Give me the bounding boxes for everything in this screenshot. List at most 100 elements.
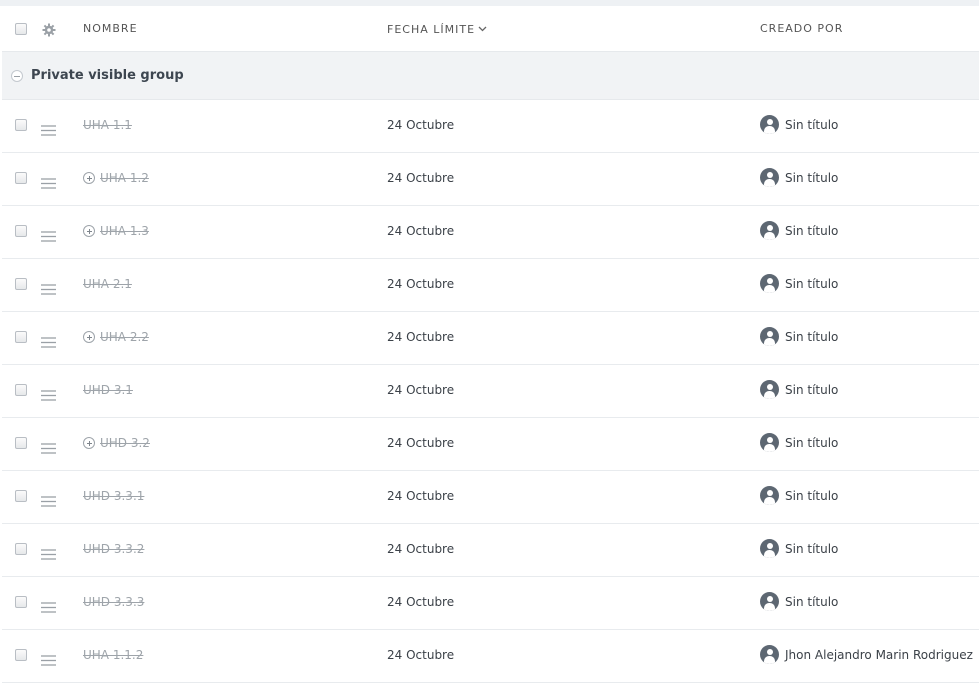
table-row[interactable]: UHD 3.1 24 Octubre Sin título [2,365,979,418]
row-checkbox[interactable] [15,119,27,131]
due-date[interactable]: 24 Octubre [387,330,454,344]
drag-handle-icon[interactable] [41,439,56,458]
table-row[interactable]: UHD 3.2 24 Octubre Sin título [2,418,979,471]
creator-name: Sin título [785,276,839,291]
due-date[interactable]: 24 Octubre [387,277,454,291]
row-checkbox[interactable] [15,172,27,184]
task-name[interactable]: UHD 3.3.3 [83,595,144,609]
user-avatar-icon [760,327,779,346]
task-name[interactable]: UHA 1.1 [83,118,132,132]
creator-name: Sin título [785,382,839,397]
table-header: NOMBRE FECHA LÍMITE CREADO POR [2,6,979,52]
creator-name: Jhon Alejandro Marin Rodriguez [785,647,973,662]
task-name[interactable]: UHD 3.1 [83,383,133,397]
task-name-label: UHA 1.2 [100,171,149,185]
task-name[interactable]: UHD 3.3.2 [83,542,144,556]
row-checkbox[interactable] [15,278,27,290]
user-avatar-icon [760,274,779,293]
user-avatar-icon [760,168,779,187]
task-name[interactable]: UHD 3.2 [83,436,150,450]
table-row[interactable]: UHD 3.3.3 24 Octubre Sin título [2,577,979,630]
plus-circle-icon[interactable] [83,331,95,343]
drag-handle-icon[interactable] [41,174,56,193]
creator-name: Sin título [785,488,839,503]
creator: Sin título [760,327,838,346]
row-checkbox[interactable] [15,437,27,449]
creator-name: Sin título [785,594,839,609]
row-checkbox[interactable] [15,225,27,237]
creator: Sin título [760,539,838,558]
user-avatar-icon [760,380,779,399]
due-date[interactable]: 24 Octubre [387,489,454,503]
row-checkbox[interactable] [15,490,27,502]
creator: Sin título [760,115,838,134]
drag-handle-icon[interactable] [41,121,56,140]
table-row[interactable]: UHD 3.3.1 24 Octubre Sin título [2,471,979,524]
column-header-creator[interactable]: CREADO POR [760,22,843,35]
group-title: Private visible group [31,68,184,83]
plus-circle-icon[interactable] [83,172,95,184]
drag-handle-icon[interactable] [41,651,56,670]
row-checkbox[interactable] [15,543,27,555]
creator-name: Sin título [785,435,839,450]
due-date[interactable]: 24 Octubre [387,224,454,238]
plus-circle-icon[interactable] [83,437,95,449]
column-header-name[interactable]: NOMBRE [83,22,138,35]
due-date[interactable]: 24 Octubre [387,118,454,132]
task-name-label: UHD 3.3.2 [83,542,145,556]
due-date[interactable]: 24 Octubre [387,542,454,556]
task-name-label: UHA 1.1.2 [83,648,144,662]
task-name[interactable]: UHA 1.2 [83,171,149,185]
task-name-label: UHA 1.3 [100,224,149,238]
creator: Sin título [760,221,838,240]
drag-handle-icon[interactable] [41,280,56,299]
table-row[interactable]: UHA 2.1 24 Octubre Sin título [2,259,979,312]
chevron-down-icon[interactable] [478,22,487,35]
drag-handle-icon[interactable] [41,333,56,352]
table-row[interactable]: UHA 1.1.2 24 Octubre Jhon Alejandro Mari… [2,630,979,683]
row-checkbox[interactable] [15,649,27,661]
user-avatar-icon [760,433,779,452]
select-all-checkbox[interactable] [15,22,27,35]
due-date[interactable]: 24 Octubre [387,648,454,662]
gear-icon[interactable] [42,22,56,41]
row-checkbox[interactable] [15,331,27,343]
table-row[interactable]: UHA 1.3 24 Octubre Sin título [2,206,979,259]
due-date[interactable]: 24 Octubre [387,383,454,397]
user-avatar-icon [760,539,779,558]
drag-handle-icon[interactable] [41,492,56,511]
table-row[interactable]: UHA 2.2 24 Octubre Sin título [2,312,979,365]
task-name[interactable]: UHA 2.2 [83,330,149,344]
creator: Sin título [760,486,838,505]
due-date[interactable]: 24 Octubre [387,436,454,450]
task-name-label: UHA 1.1 [83,118,132,132]
table-row[interactable]: UHA 1.2 24 Octubre Sin título [2,153,979,206]
row-checkbox[interactable] [15,596,27,608]
task-name[interactable]: UHD 3.3.1 [83,489,144,503]
column-header-due-date[interactable]: FECHA LÍMITE [387,22,487,36]
task-name-label: UHD 3.1 [83,383,133,397]
table-row[interactable]: UHD 3.3.2 24 Octubre Sin título [2,524,979,577]
task-name[interactable]: UHA 2.1 [83,277,132,291]
column-header-due-date-label: FECHA LÍMITE [387,22,476,36]
creator-name: Sin título [785,329,839,344]
group-row[interactable]: Private visible group [2,52,979,100]
row-checkbox[interactable] [15,384,27,396]
user-avatar-icon [760,486,779,505]
due-date[interactable]: 24 Octubre [387,595,454,609]
drag-handle-icon[interactable] [41,227,56,246]
task-table: NOMBRE FECHA LÍMITE CREADO POR Private v… [2,6,979,683]
plus-circle-icon[interactable] [83,225,95,237]
drag-handle-icon[interactable] [41,386,56,405]
user-avatar-icon [760,115,779,134]
task-name[interactable]: UHA 1.3 [83,224,149,238]
creator-name: Sin título [785,117,839,132]
minus-circle-icon[interactable] [11,70,23,82]
task-name[interactable]: UHA 1.1.2 [83,648,143,662]
drag-handle-icon[interactable] [41,598,56,617]
drag-handle-icon[interactable] [41,545,56,564]
due-date[interactable]: 24 Octubre [387,171,454,185]
table-row[interactable]: UHA 1.1 24 Octubre Sin título [2,100,979,153]
creator: Sin título [760,168,838,187]
task-name-label: UHD 3.3.1 [83,489,145,503]
